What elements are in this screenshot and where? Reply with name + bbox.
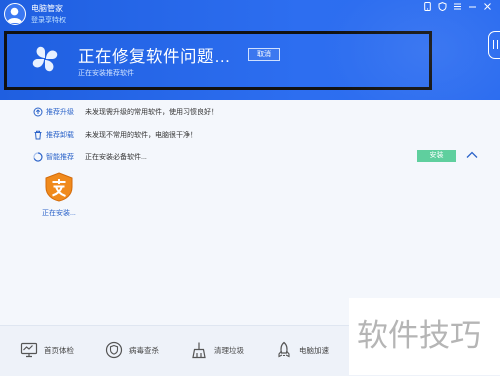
row-description: 未发现需升级的常用软件，使用习惯良好！ <box>85 109 218 116</box>
app-install-caption: 正在安装... <box>42 210 76 217</box>
side-panel-toggle[interactable] <box>488 31 500 59</box>
menu-icon[interactable] <box>453 2 462 11</box>
login-link[interactable]: 登录享特权 <box>31 15 66 25</box>
broom-icon <box>192 342 206 359</box>
trash-icon <box>34 130 42 140</box>
row-label[interactable]: 推荐升级 <box>46 107 74 117</box>
row-label[interactable]: 推荐卸载 <box>46 130 74 140</box>
nav-antivirus[interactable]: 病毒查杀 <box>105 341 159 359</box>
nav-speedup[interactable]: 电脑加速 <box>275 341 329 359</box>
chevron-up-icon[interactable] <box>466 150 478 160</box>
app-title: 电脑管家 <box>31 4 63 13</box>
row-description: 未发现不常用的软件，电脑很干净！ <box>85 132 197 139</box>
cancel-button[interactable]: 取消 <box>248 48 280 61</box>
nav-checkup[interactable]: 首页体检 <box>20 341 74 359</box>
close-icon[interactable] <box>483 2 492 11</box>
list-item-upgrade: 推荐升级 未发现需升级的常用软件，使用习惯良好！ <box>0 104 500 122</box>
list-item-uninstall: 推荐卸载 未发现不常用的软件，电脑很干净！ <box>0 127 500 145</box>
watermark-label: 软件技巧 <box>357 318 481 354</box>
clover-icon <box>32 46 58 72</box>
monitor-icon <box>20 342 38 358</box>
status-title: 正在修复软件问题… <box>78 48 231 66</box>
avatar[interactable] <box>4 3 26 25</box>
nav-label: 首页体检 <box>44 345 74 355</box>
watermark-overlay: 软件技巧 <box>349 298 500 375</box>
nav-label: 病毒查杀 <box>129 345 159 355</box>
watermark-text: 软件技巧 <box>357 318 481 354</box>
shield-icon <box>105 341 123 359</box>
nav-cleanup[interactable]: 清理垃圾 <box>190 341 244 359</box>
install-button[interactable]: 安装 <box>417 150 456 162</box>
status-subtitle: 正在安装推荐软件 <box>78 70 134 77</box>
user-icon <box>6 7 23 23</box>
nav-label: 电脑加速 <box>299 345 329 355</box>
header-bar: 电脑管家 登录享特权 正在修复软件问题… 取消 正在安装推荐软件 <box>0 0 500 100</box>
row-label[interactable]: 智能推荐 <box>46 152 74 162</box>
upgrade-icon <box>33 107 43 117</box>
loading-icon <box>33 152 43 162</box>
minimize-icon[interactable] <box>468 2 477 11</box>
nav-label: 清理垃圾 <box>214 345 244 355</box>
shield-badge-icon[interactable] <box>438 2 447 11</box>
row-description: 正在安装必备软件... <box>85 154 147 161</box>
alipay-app-icon[interactable] <box>44 172 74 202</box>
rocket-icon <box>278 341 290 358</box>
phone-icon[interactable] <box>423 2 432 11</box>
